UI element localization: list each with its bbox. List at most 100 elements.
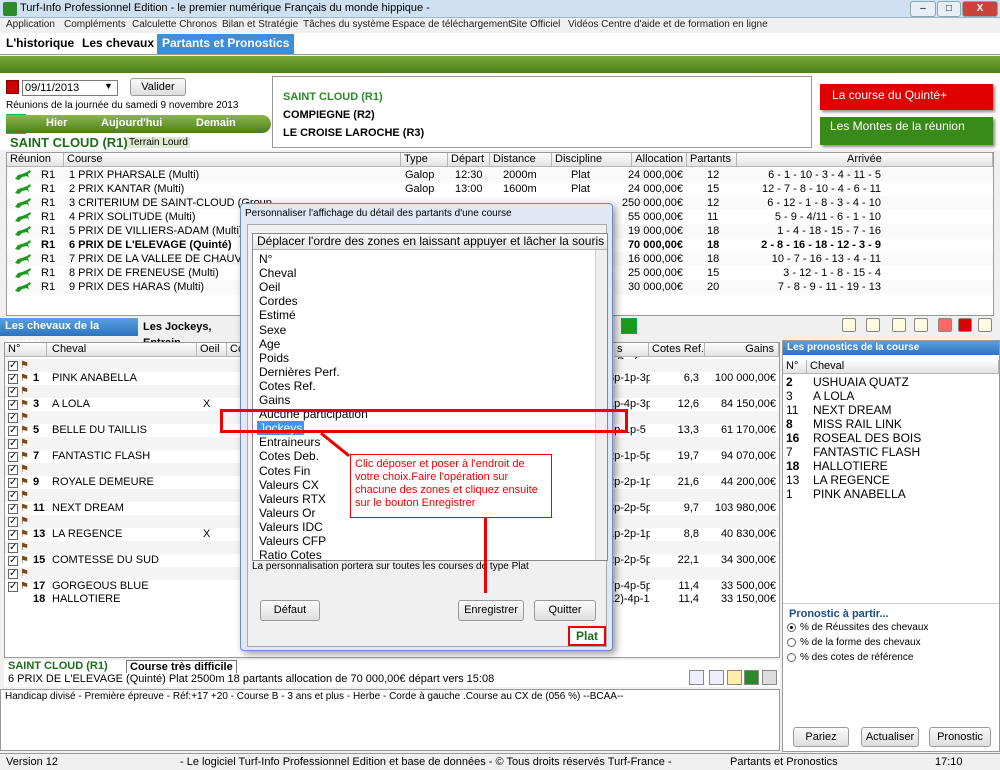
- save-button[interactable]: Enregistrer: [458, 600, 524, 621]
- checkbox[interactable]: [8, 398, 18, 411]
- checkbox[interactable]: [8, 489, 18, 502]
- col-header[interactable]: N°: [5, 343, 47, 357]
- pronostic-row[interactable]: 18 HALLOTIERE: [783, 459, 999, 473]
- montes-button[interactable]: Les Montes de la réunion: [820, 117, 993, 145]
- reunion-item[interactable]: COMPIEGNE (R2): [283, 109, 375, 121]
- menu-item-telechargement[interactable]: Espace de téléchargement: [392, 19, 511, 30]
- col-header[interactable]: Gains: [705, 343, 779, 357]
- reunion-item[interactable]: LE CROISE LAROCHE (R3): [283, 127, 424, 139]
- checkbox[interactable]: [8, 463, 18, 476]
- menu-item-bilan[interactable]: Bilan et Stratégie: [222, 19, 298, 30]
- race-row[interactable]: R1 2 PRIX KANTAR (Multi) Galop 13:00 1600m Pl…: [7, 182, 993, 196]
- zone-item[interactable]: Cotes Deb.: [259, 449, 319, 463]
- pronostic-row[interactable]: 11 NEXT DREAM: [783, 403, 999, 417]
- checkbox[interactable]: [8, 385, 18, 398]
- tab-partants[interactable]: Partants et Pronostics: [157, 34, 295, 54]
- tab-jockeys[interactable]: Les Jockeys, Entrain: [140, 319, 250, 349]
- zone-item[interactable]: Age: [259, 337, 280, 351]
- calendar-icon[interactable]: [6, 80, 19, 94]
- pronostic-row[interactable]: 2 USHUAIA QUATZ: [783, 375, 999, 389]
- checkbox[interactable]: [8, 359, 18, 372]
- validate-button[interactable]: Valider: [130, 78, 186, 96]
- tab-chevaux-course[interactable]: Les chevaux de la course: [0, 318, 138, 349]
- pronostic-row[interactable]: 13 LA REGENCE: [783, 473, 999, 487]
- checkbox[interactable]: [8, 528, 18, 541]
- folder-icon[interactable]: [866, 318, 880, 332]
- pronostic-row[interactable]: 1 PINK ANABELLA: [783, 487, 999, 501]
- col-header[interactable]: s Perf.: [614, 343, 649, 368]
- color-icon[interactable]: [621, 318, 637, 334]
- col-header[interactable]: Allocation: [632, 153, 687, 167]
- zone-item[interactable]: Ratio Cotes: [259, 548, 322, 562]
- print-icon[interactable]: [914, 318, 928, 332]
- radio-icon[interactable]: [787, 637, 796, 647]
- chevron-down-icon[interactable]: ▼: [104, 81, 113, 91]
- quinte-button[interactable]: La course du Quinté+: [820, 84, 993, 110]
- minimize-button[interactable]: ‒: [910, 1, 936, 17]
- pronostic-row[interactable]: 3 A LOLA: [783, 389, 999, 403]
- checkbox[interactable]: [8, 424, 18, 437]
- pronostic-row[interactable]: 7 FANTASTIC FLASH: [783, 445, 999, 459]
- checkbox[interactable]: [8, 450, 18, 463]
- tab-historique[interactable]: L'historique: [6, 36, 74, 50]
- zone-item[interactable]: Cotes Fin: [259, 464, 310, 478]
- printer-icon[interactable]: [762, 670, 777, 685]
- zone-item[interactable]: Valeurs IDC: [259, 520, 323, 534]
- pronostic-button[interactable]: Pronostic: [929, 727, 991, 747]
- race-row[interactable]: R1 1 PRIX PHARSALE (Multi) Galop 12:30 2000m…: [7, 168, 993, 182]
- col-header[interactable]: Distance: [490, 153, 552, 167]
- zone-item[interactable]: Sexe: [259, 323, 286, 337]
- zone-item[interactable]: Cheval: [259, 266, 296, 280]
- checkbox[interactable]: [8, 372, 18, 385]
- menu-item-complements[interactable]: Compléments: [64, 19, 126, 30]
- zone-item[interactable]: N°: [259, 252, 272, 266]
- close-button[interactable]: X: [962, 1, 998, 17]
- zone-item[interactable]: Dernières Perf.: [259, 365, 340, 379]
- checkbox[interactable]: [8, 476, 18, 489]
- pariez-button[interactable]: Pariez: [793, 727, 849, 747]
- checkbox[interactable]: [8, 502, 18, 515]
- menu-item-taches[interactable]: Tâches du système: [303, 19, 390, 30]
- zone-item[interactable]: Estimé: [259, 308, 296, 322]
- option-forme[interactable]: % de la forme des chevaux: [787, 637, 921, 648]
- scrollbar[interactable]: [595, 250, 607, 560]
- actualiser-button[interactable]: Actualiser: [861, 727, 919, 747]
- help-icon[interactable]: [978, 318, 992, 332]
- radio-icon[interactable]: [787, 652, 796, 662]
- col-header[interactable]: Départ: [448, 153, 490, 167]
- checkbox[interactable]: [8, 580, 18, 593]
- col-header[interactable]: Arrivée: [737, 153, 993, 167]
- zone-item[interactable]: Gains: [259, 393, 290, 407]
- pronostic-row[interactable]: 16 ROSEAL DES BOIS: [783, 431, 999, 445]
- menu-item-calculette[interactable]: Calculette Chronos: [132, 19, 217, 30]
- checkbox[interactable]: [8, 515, 18, 528]
- zone-item[interactable]: Entraineurs: [259, 435, 320, 449]
- default-button[interactable]: Défaut: [260, 600, 320, 621]
- radio-icon[interactable]: [787, 622, 796, 632]
- nav-today[interactable]: Aujourd'hui: [101, 117, 162, 129]
- edit-icon[interactable]: [727, 670, 742, 685]
- zone-item[interactable]: Valeurs CFP: [259, 534, 326, 548]
- zone-item[interactable]: Oeil: [259, 280, 280, 294]
- col-header[interactable]: Partants: [687, 153, 737, 167]
- menu-item-application[interactable]: Application: [6, 19, 55, 30]
- col-header[interactable]: Cotes Ref.: [649, 343, 705, 357]
- col-header[interactable]: Réunion: [7, 153, 64, 167]
- col-header[interactable]: Cheval: [807, 360, 999, 374]
- tab-chevaux[interactable]: Les chevaux: [82, 36, 154, 50]
- option-reussites[interactable]: % de Réussites des chevaux: [787, 622, 928, 633]
- zone-item[interactable]: Cordes: [259, 294, 298, 308]
- alarm-icon[interactable]: [938, 318, 952, 332]
- copy-icon[interactable]: [892, 318, 906, 332]
- col-header[interactable]: Oeil: [197, 343, 227, 357]
- col-header[interactable]: N°: [783, 360, 807, 374]
- tool-icon[interactable]: [842, 318, 856, 332]
- zone-item[interactable]: Poids: [259, 351, 289, 365]
- checkbox[interactable]: [8, 437, 18, 450]
- option-cotes[interactable]: % des cotes de référence: [787, 652, 913, 663]
- reunion-item[interactable]: SAINT CLOUD (R1): [283, 91, 383, 103]
- col-header[interactable]: Course: [64, 153, 401, 167]
- col-header[interactable]: Cheval: [47, 343, 197, 357]
- nav-tomorrow[interactable]: Demain: [196, 117, 236, 129]
- zone-item[interactable]: Cotes Ref.: [259, 379, 316, 393]
